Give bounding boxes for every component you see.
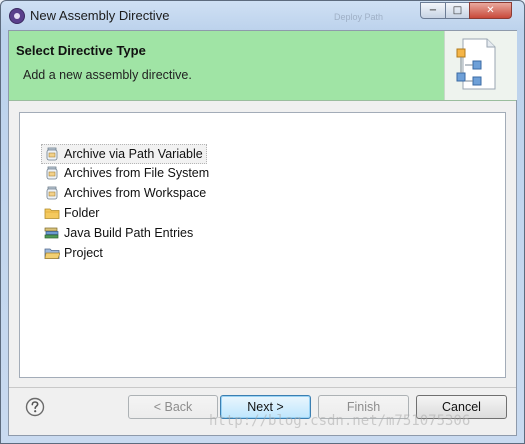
tree-item-label: Archives from File System	[64, 166, 210, 180]
watermark-text: http://blog.csdn.net/m751075306	[209, 413, 471, 429]
library-icon	[44, 225, 60, 241]
tree-item-label: Folder	[64, 206, 100, 220]
tree-item-archive-via-path-variable[interactable]: Archive via Path Variable	[41, 144, 207, 164]
tree-item-folder[interactable]: Folder	[42, 204, 102, 222]
dialog-client-area: Select Directive Type Add a new assembly…	[8, 30, 517, 436]
ghost-title: Deploy Path	[334, 12, 384, 22]
tree-item-label: Archives from Workspace	[64, 186, 207, 200]
window-title: New Assembly Directive	[30, 8, 170, 23]
jar-icon	[44, 185, 60, 201]
dialog-window: New Assembly Directive Deploy Path − □ ✕…	[0, 0, 525, 444]
folder-icon	[44, 205, 60, 221]
tree-item-project[interactable]: Project	[42, 244, 106, 262]
close-button[interactable]: ✕	[469, 2, 512, 19]
title-bar[interactable]: New Assembly Directive Deploy Path − □ ✕	[1, 1, 524, 30]
wizard-banner-icon	[444, 31, 517, 100]
project-folder-icon	[44, 245, 61, 261]
minimize-button[interactable]: −	[420, 2, 446, 19]
tree-item-archives-from-file-system[interactable]: Archives from File System	[42, 164, 212, 182]
back-button[interactable]: < Back	[128, 395, 218, 419]
eclipse-app-icon	[9, 8, 25, 24]
directive-type-tree[interactable]: Archive via Path Variable Archives from …	[19, 112, 506, 378]
maximize-button[interactable]: □	[445, 2, 470, 19]
jar-icon	[44, 165, 60, 181]
tree-item-java-build-path-entries[interactable]: Java Build Path Entries	[42, 224, 196, 242]
tree-item-label: Java Build Path Entries	[64, 226, 194, 240]
page-description: Add a new assembly directive.	[23, 68, 192, 82]
tree-item-label: Archive via Path Variable	[64, 147, 203, 161]
page-title: Select Directive Type	[16, 43, 146, 58]
tree-item-archives-from-workspace[interactable]: Archives from Workspace	[42, 184, 209, 202]
tree-item-label: Project	[64, 246, 103, 260]
wizard-header: Select Directive Type Add a new assembly…	[9, 31, 517, 101]
jar-icon	[44, 146, 60, 162]
help-icon[interactable]	[25, 397, 45, 417]
button-bar-divider	[9, 387, 516, 388]
